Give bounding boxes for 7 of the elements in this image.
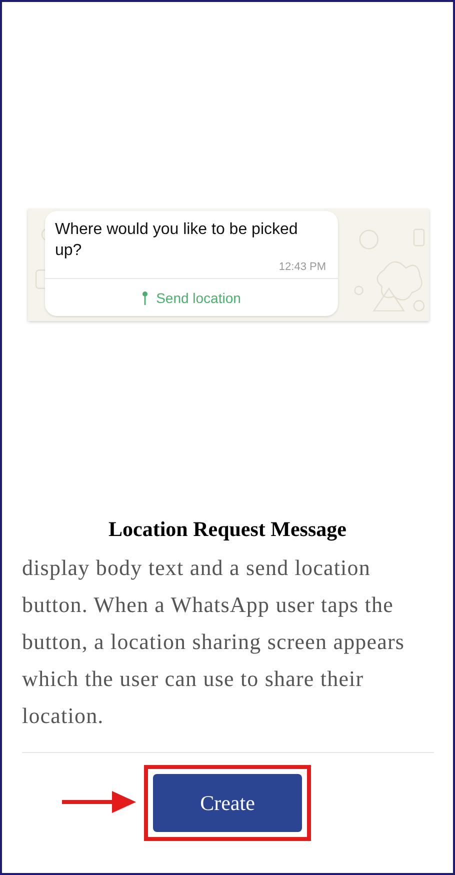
arrow-icon [62,789,136,815]
message-time: 12:43 PM [278,261,326,274]
description-text: display body text and a send location button. When a WhatsApp user taps the button, a location sharing screen appears which the user can use to share their location. [22,554,406,730]
section-title: Location Request Message [108,516,346,543]
pin-icon [142,290,148,304]
message-text: Where would you like to be picked up? [55,220,299,261]
create-button[interactable]: Create [153,774,302,832]
